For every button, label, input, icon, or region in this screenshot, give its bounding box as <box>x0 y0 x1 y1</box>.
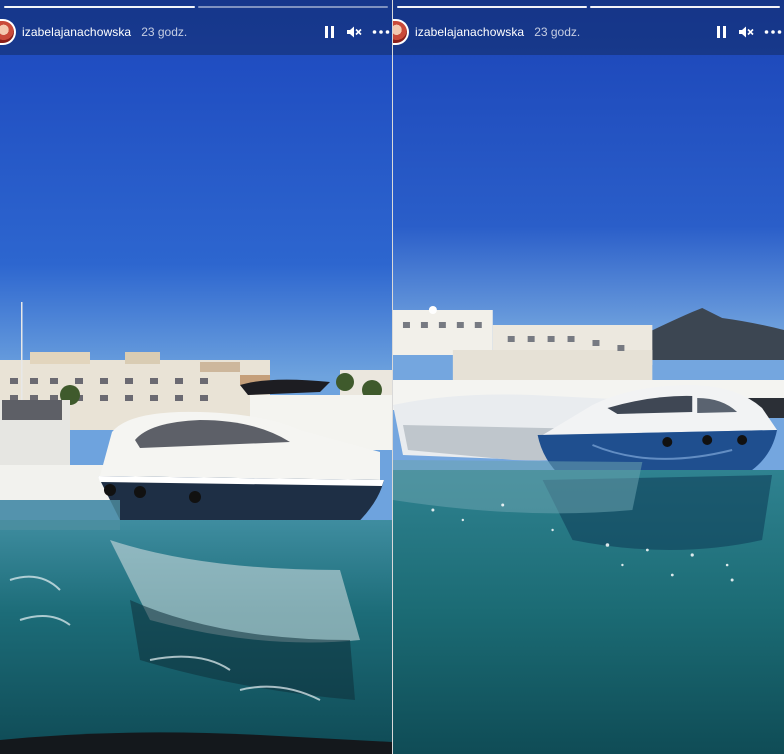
story-photo-marina-left <box>0 0 392 754</box>
story-progress-bar <box>397 6 780 8</box>
story-progress-bar <box>4 6 388 8</box>
profile-avatar[interactable] <box>0 19 16 45</box>
progress-segment <box>590 6 780 8</box>
story-header: izabelajanachowska 23 godz. <box>0 14 392 50</box>
pause-icon[interactable] <box>324 25 336 39</box>
muted-speaker-icon[interactable] <box>346 25 362 39</box>
pause-icon[interactable] <box>716 25 728 39</box>
story-right[interactable]: izabelajanachowska 23 godz. <box>392 0 784 754</box>
profile-avatar[interactable] <box>393 19 409 45</box>
muted-speaker-icon[interactable] <box>738 25 754 39</box>
story-controls <box>716 14 782 50</box>
instagram-stories-viewer: izabelajanachowska 23 godz. izabelajanac… <box>0 0 784 754</box>
story-controls <box>324 14 390 50</box>
username[interactable]: izabelajanachowska <box>415 25 524 39</box>
progress-segment <box>197 6 388 8</box>
more-options-icon[interactable] <box>372 29 390 35</box>
username[interactable]: izabelajanachowska <box>22 25 131 39</box>
progress-segment <box>397 6 587 8</box>
story-header: izabelajanachowska 23 godz. <box>393 14 784 50</box>
progress-segment <box>4 6 195 8</box>
more-options-icon[interactable] <box>764 29 782 35</box>
post-time: 23 godz. <box>534 25 581 39</box>
post-time: 23 godz. <box>141 25 188 39</box>
story-left[interactable]: izabelajanachowska 23 godz. <box>0 0 392 754</box>
story-photo-marina-right <box>393 0 784 754</box>
